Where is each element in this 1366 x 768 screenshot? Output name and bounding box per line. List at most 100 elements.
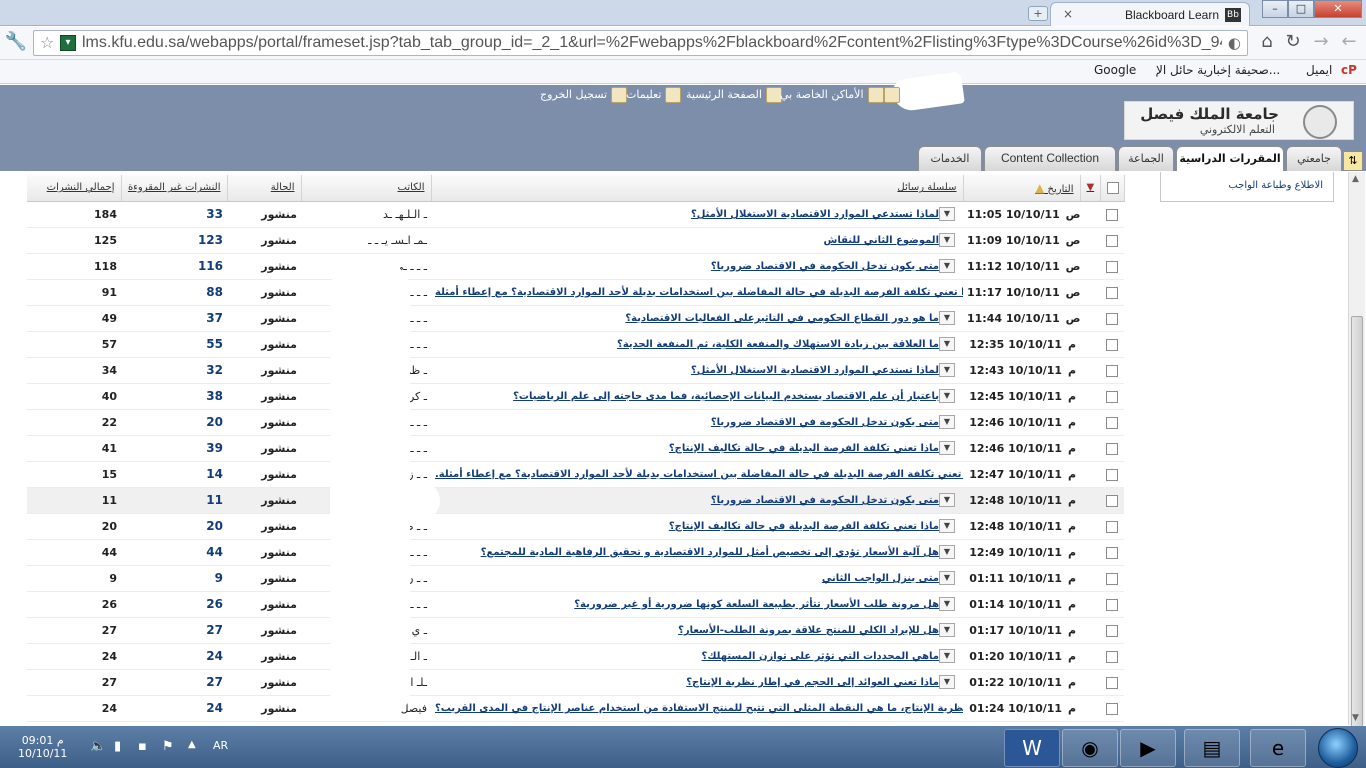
tab-content-collection[interactable]: Content Collection [984, 146, 1116, 171]
thread-link[interactable]: ماذا تعني تكلفة الفرصة البديلة في حالة ا… [435, 287, 963, 298]
table-row[interactable]: 2727منشورـلـ الـعـ الـماذا تعني العوائد … [27, 669, 1124, 696]
thread-options-icon[interactable]: ▼ [939, 519, 955, 533]
network-icon[interactable]: ▮ [114, 739, 121, 754]
unread-posts-link[interactable]: 123 [198, 233, 223, 247]
table-row[interactable]: 44 44 منشور ـ ـ ـ هل آلية الأسعار تؤدي إلى ت… [27, 539, 1124, 566]
row-checkbox[interactable] [1106, 494, 1118, 507]
media-player-icon[interactable]: ▶ [1120, 729, 1176, 767]
row-checkbox[interactable] [1106, 702, 1118, 715]
thread-options-icon[interactable]: ▼ [939, 493, 955, 507]
file-explorer-icon[interactable]: ▤ [1184, 729, 1240, 767]
collapse-panel-icon[interactable]: ⇅ [1343, 151, 1363, 171]
logout-link[interactable]: تسجيل الخروج [540, 87, 628, 103]
header-flag[interactable]: ▼ [1080, 175, 1101, 202]
thread-link[interactable]: هل للإيراد الكلي للمنتج علاقة بمرونة الط… [678, 625, 939, 636]
thread-options-icon[interactable]: ▼ [939, 649, 955, 663]
row-checkbox[interactable] [1106, 390, 1118, 403]
forward-icon[interactable]: → [1308, 31, 1334, 52]
thread-options-icon[interactable]: ▼ [939, 441, 955, 455]
row-checkbox[interactable] [1106, 338, 1118, 351]
header-status[interactable]: الحالة [227, 175, 302, 202]
thread-options-icon[interactable]: ▼ [939, 597, 955, 611]
language-indicator[interactable]: AR [213, 739, 228, 752]
power-icon[interactable]: ▪ [138, 739, 147, 754]
thread-link[interactable]: متى يكون تدخل الحكومة في الاقتصاد ضروريا… [711, 495, 939, 506]
row-checkbox[interactable] [1106, 208, 1118, 221]
bookmark-news[interactable]: صحيفة إخبارية حائل الإ... [1156, 63, 1280, 77]
table-row[interactable]: 34 32 منشور ـ ظر ـ لماذا تستدعي الموارد الاق… [27, 357, 1124, 384]
home-page-link[interactable]: الصفحة الرئيسية [686, 87, 782, 103]
tab-my-institution[interactable]: جامعتي [1286, 146, 1342, 171]
table-row[interactable]: 27 27 منشور ـ ي ـ هل للإيراد الكلي للمنتج عل… [27, 617, 1124, 644]
new-tab-button[interactable]: + [1028, 6, 1048, 21]
view-assignment-link[interactable]: الاطلاع وطباعة الواجب [1228, 180, 1323, 191]
unread-posts-link[interactable]: 20 [206, 415, 223, 429]
row-checkbox[interactable] [1106, 598, 1118, 611]
close-window-button[interactable]: ✕ [1314, 0, 1362, 18]
unread-posts-link[interactable]: 38 [206, 389, 223, 403]
wrench-icon[interactable]: 🔧 [3, 31, 29, 52]
thread-link[interactable]: ماذا تعني تكلفة الفرصة البديلة في حالة ا… [435, 469, 963, 480]
table-row[interactable]: 9 9 منشور ـ ـ ن متى ينزل الواجب الثاني ▼ م 10/… [27, 565, 1124, 592]
unread-posts-link[interactable]: 55 [206, 337, 223, 351]
show-hidden-icon[interactable]: ▲ [188, 739, 196, 750]
unread-posts-link[interactable]: 39 [206, 441, 223, 455]
thread-options-icon[interactable]: ▼ [939, 571, 955, 585]
header-author[interactable]: الكاتب [301, 175, 432, 202]
start-button[interactable] [1318, 728, 1358, 768]
thread-options-icon[interactable]: ▼ [939, 207, 955, 221]
tab-services[interactable]: الخدمات [918, 146, 982, 171]
bookmark-star-icon[interactable]: ☆ [40, 33, 54, 52]
row-checkbox[interactable] [1106, 468, 1118, 481]
row-checkbox[interactable] [1106, 312, 1118, 325]
unread-posts-link[interactable]: 26 [206, 597, 223, 611]
row-checkbox[interactable] [1106, 546, 1118, 559]
header-total[interactable]: إجمالي النشرات [27, 175, 122, 202]
table-row[interactable]: 26 26 منشور ـ ـ ـ ي هل مرونة طلب الأسعار تتأ… [27, 591, 1124, 618]
row-checkbox[interactable] [1106, 650, 1118, 663]
address-text[interactable]: lms.kfu.edu.sa/webapps/portal/frameset.j… [82, 34, 1222, 52]
unread-posts-link[interactable]: 24 [206, 701, 223, 715]
scroll-thumb[interactable] [1351, 316, 1363, 761]
thread-link[interactable]: متى يكون تدخل الحكومة في الاقتصاد ضروريا… [711, 261, 939, 272]
thread-link[interactable]: هل مرونة طلب الأسعار تتأثر بطبيعة السلعة… [574, 599, 939, 610]
bookmark-cp[interactable]: cP [1341, 63, 1357, 77]
row-checkbox[interactable] [1106, 520, 1118, 533]
row-checkbox[interactable] [1106, 676, 1118, 689]
thread-link[interactable]: لماذا تستدعي الموارد الاقتصادية الاستغلا… [691, 209, 939, 220]
thread-link[interactable]: لماذا تستدعي الموارد الاقتصادية الاستغلا… [691, 365, 939, 376]
header-date[interactable]: ▲ التاريخ [963, 175, 1081, 202]
thread-link[interactable]: الموضوع الثاني للنقاش [824, 235, 939, 246]
tab-close-icon[interactable]: × [1063, 7, 1073, 21]
unread-posts-link[interactable]: 11 [206, 493, 223, 507]
thread-options-icon[interactable]: ▼ [939, 545, 955, 559]
unread-posts-link[interactable]: 44 [206, 545, 223, 559]
maximize-button[interactable]: □ [1288, 0, 1314, 18]
go-icon[interactable]: ◐ [1228, 34, 1241, 52]
thread-options-icon[interactable]: ▼ [939, 311, 955, 325]
thread-link[interactable]: في إطار نظرية الإنتاج، ما هي النقطة المث… [435, 703, 963, 714]
unread-posts-link[interactable]: 32 [206, 363, 223, 377]
table-row[interactable]: 41 39 منشور ـ ـ ـ ي ماذا تعني تكلفة الفرصة ا… [27, 435, 1124, 462]
bookmark-email[interactable]: ايميل [1306, 63, 1332, 77]
page-scrollbar[interactable]: ▲ ▼ [1348, 172, 1365, 761]
thread-link[interactable]: باعتبار أن علم الاقتصاد يستخدم البيانات … [513, 391, 939, 402]
thread-link[interactable]: ماذا تعني تكلفة الفرصة البديلة في حالة ت… [669, 443, 939, 454]
unread-posts-link[interactable]: 20 [206, 519, 223, 533]
scroll-up-icon[interactable]: ▲ [1352, 174, 1359, 184]
thread-link[interactable]: ماذا تعني العوائد إلى الحجم في إطار نظري… [686, 677, 939, 688]
thread-options-icon[interactable]: ▼ [939, 389, 955, 403]
back-icon[interactable]: ← [1336, 31, 1362, 52]
taskbar-clock[interactable]: 09:01 م 10/10/11 [18, 734, 67, 760]
header-select-all[interactable] [1100, 175, 1125, 202]
home-icon[interactable]: ⌂ [1254, 31, 1280, 52]
table-row[interactable]: 184 33 منشور ـ الـلـهـ ـد لماذا تستدعي الموا… [27, 201, 1124, 228]
thread-link[interactable]: متى يكون تدخل الحكومة في الاقتصاد ضروريا… [711, 417, 939, 428]
row-checkbox[interactable] [1106, 416, 1118, 429]
scroll-down-icon[interactable]: ▼ [1352, 713, 1359, 723]
table-row[interactable]: 24 24 منشور ـ الـ ـ ماهي المحددات التي تؤثر … [27, 643, 1124, 670]
unread-posts-link[interactable]: 9 [215, 571, 223, 585]
browser-tab[interactable]: × Blackboard Learn Bb [1050, 2, 1250, 26]
thread-options-icon[interactable]: ▼ [939, 415, 955, 429]
reload-icon[interactable]: ↻ [1280, 31, 1306, 52]
